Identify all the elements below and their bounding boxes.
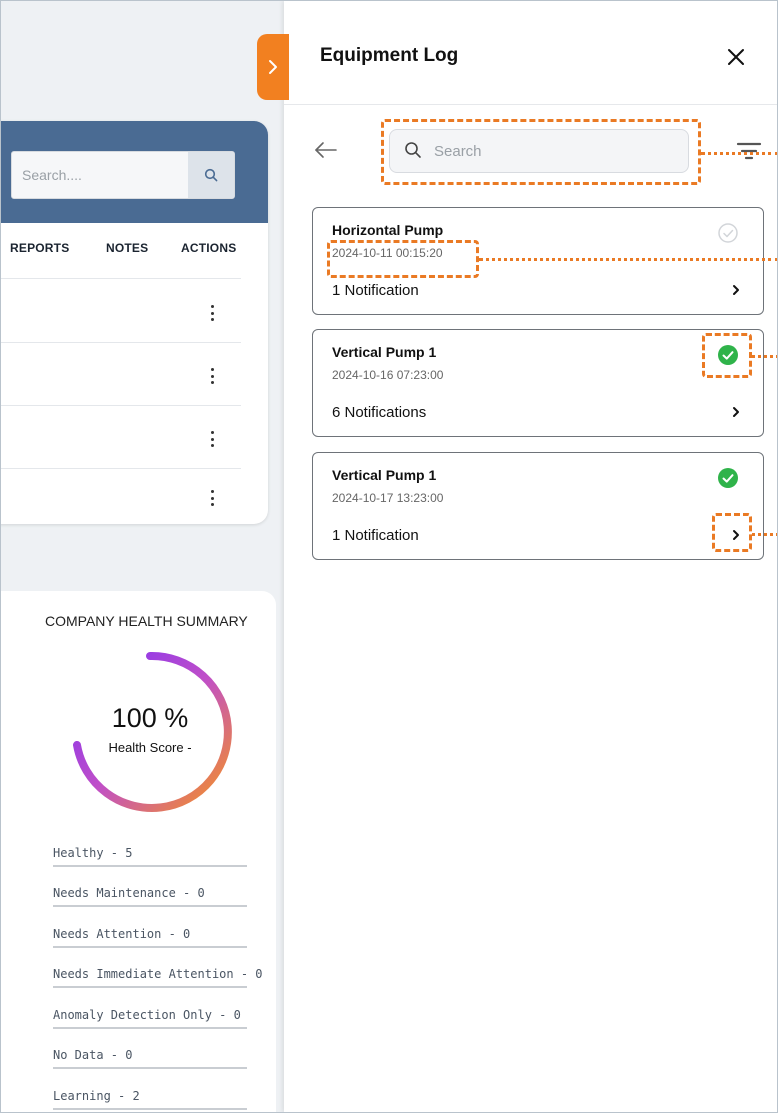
health-score-gauge: 100 % Health Score - xyxy=(65,647,235,817)
row-actions-kebab-icon[interactable] xyxy=(206,431,218,447)
row-actions-kebab-icon[interactable] xyxy=(206,368,218,384)
filter-button[interactable] xyxy=(736,139,762,163)
table-search xyxy=(11,151,235,199)
company-health-summary-card: COMPANY HEALTH SUMMARY 100 % Health Scor… xyxy=(1,591,276,1112)
equipment-card[interactable]: Vertical Pump 1 2024-10-17 13:23:00 1 No… xyxy=(312,452,764,560)
table-row-divider xyxy=(1,278,241,279)
row-actions-kebab-icon[interactable] xyxy=(206,490,218,506)
app-window: REPORTS NOTES ACTIONS COMPANY HEALTH SUM… xyxy=(0,0,778,1113)
annotation-status-highlight xyxy=(702,333,752,378)
panel-expand-tab[interactable] xyxy=(257,34,289,100)
chevron-right-icon xyxy=(269,60,277,74)
table-row-divider xyxy=(1,405,241,406)
notification-count: 1 Notification xyxy=(332,282,419,299)
notification-count: 6 Notifications xyxy=(332,404,427,421)
stat-needs-attention[interactable]: Needs Attention - 0 xyxy=(53,924,247,948)
equipment-name: Vertical Pump 1 xyxy=(332,467,437,483)
equipment-name: Horizontal Pump xyxy=(332,222,444,238)
table-search-input[interactable] xyxy=(20,152,194,198)
column-header-notes[interactable]: NOTES xyxy=(106,241,148,255)
annotation-chevron-highlight xyxy=(712,513,752,552)
annotation-timestamp-highlight xyxy=(327,240,479,278)
health-score-label: Health Score - xyxy=(108,740,192,755)
stat-needs-maintenance[interactable]: Needs Maintenance - 0 xyxy=(53,883,247,907)
stat-learning[interactable]: Learning - 2 xyxy=(53,1086,247,1110)
back-button[interactable] xyxy=(312,139,340,161)
arrow-left-icon xyxy=(315,142,337,158)
equipment-log-panel: Equipment Log Search Horizontal Pump 202… xyxy=(284,1,777,1112)
notification-count: 1 Notification xyxy=(332,527,419,544)
health-summary-title: COMPANY HEALTH SUMMARY xyxy=(45,613,248,629)
assets-table-card: REPORTS NOTES ACTIONS xyxy=(1,121,268,524)
table-search-button[interactable] xyxy=(188,152,234,198)
table-row-divider xyxy=(1,342,241,343)
stat-anomaly-detection-only[interactable]: Anomaly Detection Only - 0 xyxy=(53,1005,247,1029)
stat-needs-immediate-attention[interactable]: Needs Immediate Attention - 0 xyxy=(53,964,263,988)
stat-healthy[interactable]: Healthy - 5 xyxy=(53,843,247,867)
status-inactive-check-icon xyxy=(717,222,739,244)
equipment-timestamp: 2024-10-16 07:23:00 xyxy=(332,368,444,382)
annotation-leader-line xyxy=(479,258,777,261)
stat-no-data[interactable]: No Data - 0 xyxy=(53,1045,247,1069)
search-icon xyxy=(204,168,218,182)
table-column-headers: REPORTS NOTES ACTIONS xyxy=(1,241,268,265)
column-header-reports[interactable]: REPORTS xyxy=(10,241,69,255)
row-actions-kebab-icon[interactable] xyxy=(206,305,218,321)
close-icon xyxy=(728,49,744,65)
table-row-divider xyxy=(1,468,241,469)
panel-header: Equipment Log xyxy=(284,1,777,105)
column-header-actions[interactable]: ACTIONS xyxy=(181,241,236,255)
health-score-value: 100 % xyxy=(111,703,189,733)
chevron-right-icon[interactable] xyxy=(729,282,743,298)
chevron-right-icon[interactable] xyxy=(729,404,743,420)
status-healthy-check-icon xyxy=(717,467,739,489)
filter-icon xyxy=(736,142,762,160)
annotation-leader-line xyxy=(752,355,777,358)
annotation-leader-line xyxy=(752,533,777,536)
equipment-timestamp: 2024-10-17 13:23:00 xyxy=(332,491,444,505)
equipment-card[interactable]: Vertical Pump 1 2024-10-16 07:23:00 6 No… xyxy=(312,329,764,437)
annotation-search-highlight xyxy=(381,119,701,185)
panel-title: Equipment Log xyxy=(320,45,459,66)
dashboard-background: REPORTS NOTES ACTIONS COMPANY HEALTH SUM… xyxy=(1,1,284,1112)
close-button[interactable] xyxy=(724,45,748,69)
annotation-leader-line xyxy=(701,152,777,155)
equipment-name: Vertical Pump 1 xyxy=(332,344,437,360)
